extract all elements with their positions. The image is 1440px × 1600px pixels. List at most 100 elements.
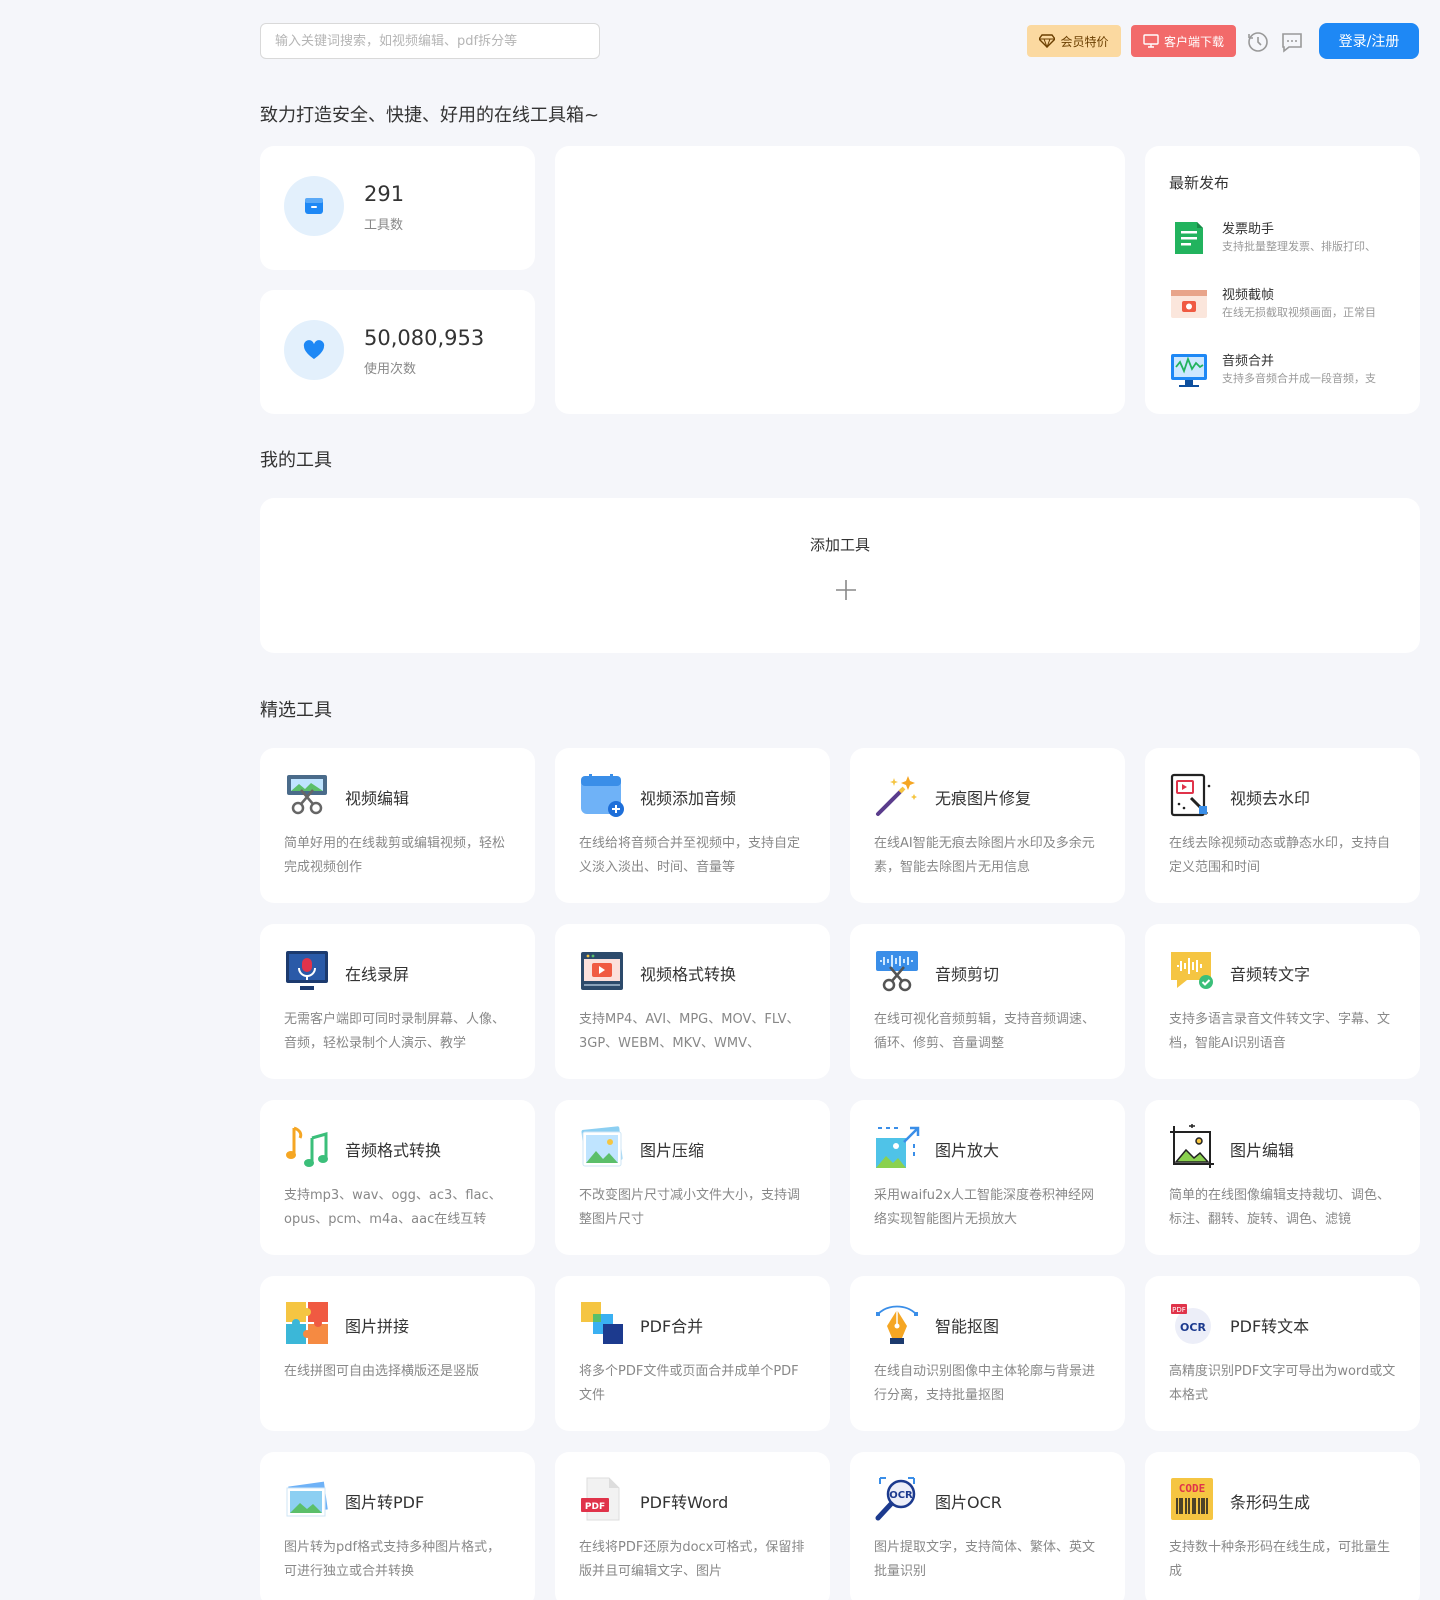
- tool-card[interactable]: 视频编辑 简单好用的在线裁剪或编辑视频，轻松完成视频创作: [260, 748, 535, 903]
- login-register-button[interactable]: 登录/注册: [1319, 23, 1419, 59]
- tool-name: PDF转文本: [1230, 1317, 1310, 1336]
- svg-text:OCR: OCR: [889, 1490, 913, 1501]
- plus-icon[interactable]: [834, 578, 858, 602]
- latest-item[interactable]: 发票助手 支持批量整理发票、排版打印、: [1169, 216, 1409, 260]
- tool-desc: 支持多语言录音文件转文字、字幕、文档，智能AI识别语音: [1169, 1012, 1391, 1051]
- latest-item[interactable]: 视频截帧 在线无损截取视频画面，正常目: [1169, 282, 1409, 326]
- vip-offer-button[interactable]: 会员特价: [1027, 25, 1121, 57]
- invoice-icon: [1175, 222, 1203, 254]
- tool-card[interactable]: 视频格式转换 支持MP4、AVI、MPG、MOV、FLV、3GP、WEBM、MK…: [555, 924, 830, 1079]
- pdf-word-icon: PDF: [581, 1477, 620, 1521]
- tool-card[interactable]: 视频去水印 在线去除视频动态或静态水印，支持自定义范围和时间: [1145, 748, 1420, 903]
- message-icon[interactable]: [1280, 30, 1304, 54]
- tool-card[interactable]: 音频剪切 在线可视化音频剪辑，支持音频调速、循环、修剪、音量调整: [850, 924, 1125, 1079]
- tool-card[interactable]: 视频添加音频 在线给将音频合并至视频中，支持自定义淡入淡出、时间、音量等: [555, 748, 830, 903]
- tool-desc: 简单的在线图像编辑支持裁切、调色、标注、翻转、旋转、调色、滤镜: [1169, 1188, 1391, 1227]
- tool-name: PDF转Word: [640, 1493, 729, 1512]
- search-box[interactable]: [260, 23, 600, 59]
- tool-desc: 在线将PDF还原为docx可格式，保留排版并且可编辑文字、图片: [579, 1540, 805, 1579]
- tool-desc: 支持mp3、wav、ogg、ac3、flac、opus、pcm、m4a、aac在…: [284, 1188, 502, 1227]
- tools-count-card: 291 工具数: [260, 146, 535, 270]
- tool-card[interactable]: 在线录屏 无需客户端即可同时录制屏幕、人像、音频，轻松录制个人演示、教学: [260, 924, 535, 1079]
- tool-card[interactable]: PDF OCR PDF转文本 高精度识别PDF文字可导出为word或文本格式: [1145, 1276, 1420, 1431]
- monitor-icon: [1143, 34, 1159, 48]
- tool-name: 图片编辑: [1230, 1141, 1295, 1160]
- uses-count-label: 使用次数: [364, 362, 417, 377]
- tool-desc: 在线可视化音频剪辑，支持音频调速、循环、修剪、音量调整: [874, 1012, 1096, 1051]
- image-edit-icon: [1170, 1124, 1214, 1168]
- tool-desc: 支持MP4、AVI、MPG、MOV、FLV、3GP、WEBM、MKV、WMV、: [579, 1012, 800, 1051]
- my-tools-title: 我的工具: [260, 450, 332, 471]
- add-tool-label: 添加工具: [809, 536, 870, 554]
- tool-card[interactable]: OCR 图片OCR 图片提取文字，支持简体、繁体、英文批量识别: [850, 1452, 1125, 1600]
- tool-desc: 简单好用的在线裁剪或编辑视频，轻松完成视频创作: [284, 836, 506, 875]
- tool-card[interactable]: 音频格式转换 支持mp3、wav、ogg、ac3、flac、opus、pcm、m…: [260, 1100, 535, 1255]
- tool-name: 智能抠图: [935, 1317, 1000, 1336]
- tool-desc: 在线拼图可自由选择横版还是竖版: [284, 1364, 480, 1379]
- barcode-icon: CODE: [1171, 1478, 1213, 1520]
- music-note-icon: [286, 1126, 328, 1167]
- puzzle-icon: [286, 1302, 328, 1344]
- history-icon[interactable]: [1246, 30, 1270, 54]
- heart-icon: [284, 320, 344, 380]
- box-icon: [284, 176, 344, 236]
- latest-item[interactable]: 音频合并 支持多音频合并成一段音频，支: [1169, 348, 1409, 392]
- tool-card[interactable]: PDF合并 将多个PDF文件或页面合并成单个PDF文件: [555, 1276, 830, 1431]
- tool-card[interactable]: 图片编辑 简单的在线图像编辑支持裁切、调色、标注、翻转、旋转、调色、滤镜: [1145, 1100, 1420, 1255]
- tool-name: 视频去水印: [1230, 789, 1311, 808]
- tool-card[interactable]: 无痕图片修复 在线AI智能无痕去除图片水印及多余元素，智能去除图片无用信息: [850, 748, 1125, 903]
- tool-desc: 在线去除视频动态或静态水印，支持自定义范围和时间: [1169, 836, 1391, 875]
- svg-text:CODE: CODE: [1179, 1482, 1206, 1495]
- video-add-audio-icon: [581, 774, 624, 817]
- add-tool-card[interactable]: 添加工具: [260, 498, 1420, 653]
- video-convert-icon: [581, 952, 623, 990]
- tool-card[interactable]: 音频转文字 支持多语言录音文件转文字、字幕、文档，智能AI识别语音: [1145, 924, 1420, 1079]
- tool-name: 在线录屏: [345, 965, 410, 984]
- tool-card[interactable]: CODE 条形码生成 支持数十种条形码在线生成，可批量生成: [1145, 1452, 1420, 1600]
- tool-card[interactable]: 图片转PDF 图片转为pdf格式支持多种图片格式，可进行独立或合并转换: [260, 1452, 535, 1600]
- tool-name: 图片放大: [935, 1141, 1000, 1160]
- image-enlarge-icon: [876, 1126, 920, 1168]
- tool-card[interactable]: 图片压缩 不改变图片尺寸减小文件大小，支持调整图片尺寸: [555, 1100, 830, 1255]
- image-pdf-icon: [286, 1481, 328, 1517]
- tool-desc: 支持数十种条形码在线生成，可批量生成: [1169, 1540, 1391, 1579]
- tool-name: 视频格式转换: [640, 965, 737, 984]
- tool-card[interactable]: 智能抠图 在线自动识别图像中主体轮廓与背景进行分离，支持批量抠图: [850, 1276, 1125, 1431]
- page-tagline: 致力打造安全、快捷、好用的在线工具箱~: [260, 105, 600, 126]
- uses-count-card: 50,080,953 使用次数: [260, 290, 535, 414]
- latest-release-card: 最新发布 发票助手 支持批量整理发票、排版打印、 视频截帧 在线无损截取视频画面…: [1145, 146, 1420, 414]
- video-watermark-icon: [1170, 773, 1211, 817]
- tool-name: 视频编辑: [345, 789, 410, 808]
- svg-text:PDF: PDF: [585, 1502, 605, 1512]
- search-input[interactable]: [261, 24, 599, 58]
- pdf-merge-icon: [581, 1302, 623, 1344]
- tool-card[interactable]: 图片放大 采用waifu2x人工智能深度卷积神经网络实现智能图片无损放大: [850, 1100, 1125, 1255]
- tool-desc: 在线给将音频合并至视频中，支持自定义淡入淡出、时间、音量等: [579, 836, 801, 875]
- vip-offer-label: 会员特价: [1060, 34, 1109, 49]
- banner-area[interactable]: [555, 146, 1125, 414]
- svg-text:OCR: OCR: [1180, 1321, 1206, 1334]
- svg-text:PDF: PDF: [1172, 1306, 1186, 1314]
- tool-name: 音频剪切: [935, 965, 1000, 984]
- client-download-label: 客户端下载: [1163, 34, 1224, 49]
- tool-name: 图片压缩: [640, 1141, 705, 1160]
- pen-tool-icon: [876, 1305, 918, 1344]
- tool-name: 条形码生成: [1230, 1493, 1311, 1512]
- audio-cut-icon: [876, 951, 918, 992]
- tool-desc: 在线AI智能无痕去除图片水印及多余元素，智能去除图片无用信息: [874, 836, 1095, 875]
- featured-tools-title: 精选工具: [260, 700, 332, 721]
- client-download-button[interactable]: 客户端下载: [1131, 25, 1236, 57]
- pdf-ocr-icon: PDF OCR: [1171, 1304, 1211, 1344]
- tool-desc: 在线自动识别图像中主体轮廓与背景进行分离，支持批量抠图: [874, 1364, 1096, 1403]
- tool-card[interactable]: PDF PDF转Word 在线将PDF还原为docx可格式，保留排版并且可编辑文…: [555, 1452, 830, 1600]
- audio-merge-icon: [1171, 354, 1207, 387]
- tool-card[interactable]: 图片拼接 在线拼图可自由选择横版还是竖版: [260, 1276, 535, 1431]
- tool-desc: 不改变图片尺寸减小文件大小，支持调整图片尺寸: [579, 1188, 801, 1227]
- magic-wand-icon: [876, 776, 917, 816]
- audio-text-icon: [1171, 952, 1213, 989]
- uses-count: 50,080,953: [364, 326, 485, 350]
- tool-desc: 图片转为pdf格式支持多种图片格式，可进行独立或合并转换: [284, 1540, 501, 1579]
- video-edit-icon: [287, 775, 327, 815]
- tool-name: PDF合并: [640, 1317, 704, 1336]
- tools-count: 291: [364, 182, 405, 206]
